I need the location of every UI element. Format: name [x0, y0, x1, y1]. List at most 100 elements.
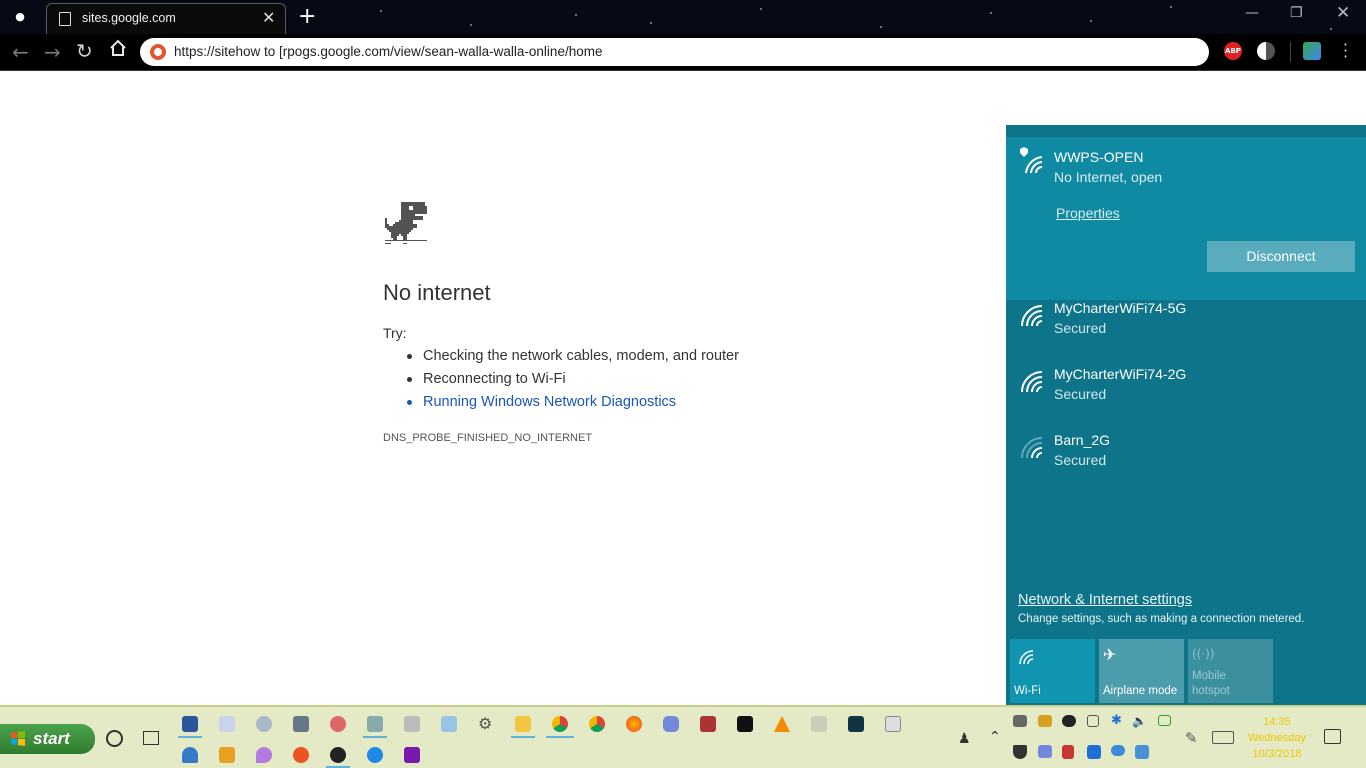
chrome-menu-icon[interactable]: · · · — [1343, 37, 1348, 65]
network-item[interactable]: Barn_2G Secured — [1006, 432, 1366, 492]
restore-icon[interactable]: ❐ — [1290, 5, 1303, 21]
browser-tab[interactable]: sites.google.com ✕ — [46, 3, 286, 34]
word-icon[interactable] — [182, 716, 198, 732]
paint-icon[interactable] — [256, 716, 272, 732]
connected-network-status: No Internet, open — [1054, 169, 1163, 185]
chrome-icon[interactable] — [552, 716, 568, 732]
dino-icon[interactable] — [383, 200, 429, 250]
paint-palette-icon[interactable] — [330, 716, 346, 732]
wifi-shield-icon — [1018, 145, 1044, 174]
network-item[interactable]: MyCharterWiFi74-2G Secured — [1006, 366, 1366, 426]
tray-icon[interactable] — [1158, 715, 1171, 726]
pen-icon[interactable]: ✎ — [1185, 729, 1198, 747]
network-item[interactable]: MyCharterWiFi74-5G Secured — [1006, 300, 1366, 360]
media-player-icon[interactable] — [219, 747, 235, 763]
new-tab-button[interactable]: + — [298, 4, 316, 29]
settings-gear-icon[interactable]: ⚙ — [478, 716, 494, 732]
diagnostics-link[interactable]: Running Windows Network Diagnostics — [405, 394, 739, 417]
duckduckgo-icon — [150, 44, 166, 60]
network-name: Barn_2G — [1054, 432, 1111, 448]
close-window-icon[interactable]: ✕ — [1336, 3, 1350, 23]
terminal-icon[interactable] — [737, 716, 753, 732]
app-icon[interactable] — [330, 747, 346, 763]
volume-muted-icon[interactable]: 🔈 — [1132, 714, 1148, 730]
app-icon[interactable] — [219, 716, 235, 732]
url-text[interactable]: https://sitehow to [rpogs.google.com/vie… — [174, 44, 602, 59]
firefox-icon[interactable] — [626, 716, 642, 732]
bluetooth-icon[interactable]: ✱ — [1111, 714, 1127, 730]
disconnect-button[interactable]: Disconnect — [1207, 241, 1355, 272]
star — [470, 24, 472, 26]
onenote-icon[interactable] — [404, 747, 420, 763]
network-name: MyCharterWiFi74-5G — [1054, 300, 1187, 316]
discord-icon[interactable] — [663, 716, 679, 732]
star — [880, 26, 882, 28]
minimize-icon[interactable]: — — [1245, 5, 1259, 21]
properties-link[interactable]: Properties — [1056, 205, 1120, 221]
taskbar: start ⚙ ♟ ⌃ ✱ 🔈 ✎ 14:35 Wednesday 10/3/2… — [0, 705, 1366, 768]
back-icon[interactable]: ← — [12, 40, 29, 64]
mobile-hotspot-toggle[interactable]: ((·)) Mobile hotspot — [1188, 639, 1273, 703]
app-icon[interactable] — [367, 747, 383, 763]
notepad-icon[interactable] — [441, 716, 457, 732]
contrast-icon[interactable] — [1257, 42, 1275, 60]
tray-icon[interactable] — [1038, 715, 1052, 727]
star — [990, 12, 992, 14]
tray-icon[interactable] — [1062, 745, 1074, 759]
tray-icon[interactable] — [1135, 745, 1149, 759]
discord-tray-icon[interactable] — [1038, 745, 1052, 758]
tray-expand-icon[interactable]: ⌃ — [989, 729, 1001, 745]
airplane-mode-toggle[interactable]: ✈ Airplane mode — [1099, 639, 1184, 703]
clock[interactable]: 14:35 Wednesday 10/3/2018 — [1242, 714, 1312, 762]
window-menu-icon[interactable]: ● — [12, 10, 28, 24]
wifi-icon — [1018, 368, 1044, 394]
clock-day: Wednesday — [1248, 732, 1306, 744]
document-icon[interactable] — [293, 716, 309, 732]
vlc-icon[interactable] — [774, 716, 790, 732]
abp-icon[interactable]: ABP — [1224, 42, 1242, 60]
connected-network[interactable]: WWPS-OPEN No Internet, open Properties D… — [1006, 137, 1366, 300]
task-view-icon[interactable] — [143, 731, 159, 745]
people-icon[interactable]: ♟ — [958, 731, 971, 747]
keyboard-icon[interactable] — [1212, 731, 1234, 744]
home-icon[interactable] — [108, 38, 128, 63]
network-status: Secured — [1054, 452, 1107, 468]
address-bar[interactable]: https://sitehow to [rpogs.google.com/vie… — [140, 38, 1209, 66]
reload-icon[interactable]: ↻ — [76, 39, 93, 63]
translate-icon[interactable] — [1303, 42, 1321, 60]
forward-icon[interactable]: → — [44, 40, 61, 64]
star — [650, 22, 652, 24]
start-button[interactable]: start — [0, 724, 95, 754]
app-icon[interactable] — [811, 716, 827, 732]
tray-icon[interactable] — [1087, 715, 1099, 727]
close-tab-icon[interactable]: ✕ — [262, 8, 275, 27]
airplane-mode-label: Airplane mode — [1103, 685, 1178, 697]
network-name: MyCharterWiFi74-2G — [1054, 366, 1187, 382]
tray-icon[interactable] — [1087, 745, 1101, 759]
video-editor-icon[interactable] — [700, 716, 716, 732]
calculator-icon[interactable] — [404, 716, 420, 732]
cortana-icon[interactable] — [106, 730, 123, 747]
chrome-canary-icon[interactable] — [589, 716, 605, 732]
location-pin-icon[interactable] — [256, 747, 272, 763]
star — [575, 14, 577, 16]
network-settings-link[interactable]: Network & Internet settings — [1018, 592, 1192, 608]
security-shield-icon[interactable] — [1013, 745, 1027, 759]
headphones-icon[interactable] — [182, 747, 198, 763]
network-flyout: WWPS-OPEN No Internet, open Properties D… — [1006, 125, 1366, 705]
tab-strip: ● sites.google.com ✕ + — ❐ ✕ — [0, 0, 1366, 34]
app-icon[interactable] — [367, 716, 383, 732]
file-explorer-icon[interactable] — [515, 716, 531, 732]
mobile-hotspot-label: Mobile hotspot — [1192, 670, 1230, 697]
running-indicator — [178, 736, 202, 738]
wifi-toggle[interactable]: Wi-Fi — [1010, 639, 1095, 703]
notes-icon[interactable] — [885, 716, 901, 732]
network-status: Secured — [1054, 320, 1107, 336]
action-center-icon[interactable] — [1324, 729, 1341, 744]
onedrive-icon[interactable] — [1111, 745, 1125, 756]
ubuntu-icon[interactable] — [293, 747, 309, 763]
tray-icon[interactable] — [1013, 715, 1027, 727]
running-indicator — [363, 736, 387, 738]
tray-icon[interactable] — [1062, 715, 1076, 727]
book-icon[interactable] — [848, 716, 864, 732]
